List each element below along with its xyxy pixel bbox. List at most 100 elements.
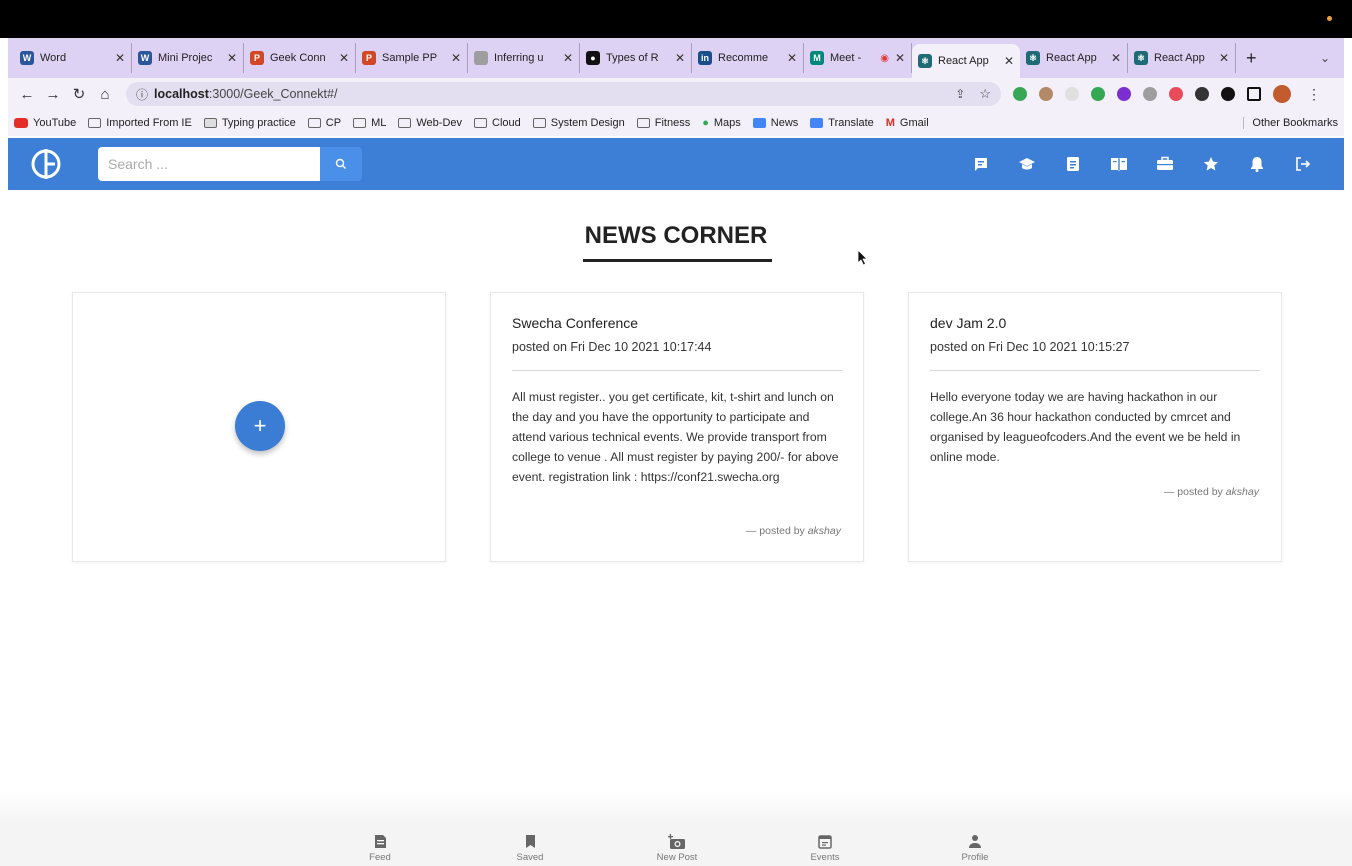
- document-icon[interactable]: [1050, 149, 1096, 179]
- calendar-icon: [785, 834, 865, 850]
- bookmark-youtube[interactable]: YouTube: [14, 117, 76, 129]
- menu-kebab-icon[interactable]: ⋮: [1307, 86, 1321, 103]
- bottom-nav-events[interactable]: Events: [785, 834, 865, 863]
- browser-tab[interactable]: W Word ✕: [14, 43, 132, 73]
- bookmark-translate[interactable]: Translate: [810, 117, 874, 129]
- bottom-nav-new-post[interactable]: New Post: [637, 834, 717, 863]
- close-tab-icon[interactable]: ✕: [1004, 54, 1014, 68]
- browser-tab[interactable]: ⚛ React App ✕: [1020, 43, 1128, 73]
- share-icon[interactable]: ⇪: [955, 87, 965, 101]
- bookmark-folder[interactable]: Imported From IE: [88, 117, 192, 129]
- bell-icon[interactable]: [1234, 149, 1280, 179]
- star-icon[interactable]: [1188, 149, 1234, 179]
- search-button[interactable]: [320, 147, 362, 181]
- react-icon: ⚛: [1134, 51, 1148, 65]
- bookmark-folder[interactable]: ML: [353, 117, 386, 129]
- browser-tab[interactable]: Inferring u ✕: [468, 43, 580, 73]
- news-body: All must register.. you get certificate,…: [512, 390, 839, 484]
- bookmark-maps[interactable]: ● Maps: [702, 117, 741, 129]
- close-tab-icon[interactable]: ✕: [227, 51, 237, 65]
- bookmark-folder[interactable]: Cloud: [474, 117, 521, 129]
- forward-arrow-icon[interactable]: →: [42, 86, 64, 103]
- app-logo[interactable]: [28, 146, 64, 182]
- page-icon: [203, 118, 217, 128]
- info-icon[interactable]: ⓘ: [136, 86, 148, 103]
- extension-icon[interactable]: [1039, 87, 1053, 101]
- briefcase-icon[interactable]: [1142, 149, 1188, 179]
- puzzle-icon[interactable]: [1221, 87, 1235, 101]
- linkedin-icon: in: [698, 51, 712, 65]
- close-tab-icon[interactable]: ✕: [115, 51, 125, 65]
- home-icon[interactable]: ⌂: [94, 86, 116, 103]
- bookmark-news[interactable]: News: [752, 117, 798, 129]
- tab-search-chevron-icon[interactable]: ⌄: [1320, 51, 1330, 65]
- new-tab-button[interactable]: +: [1246, 48, 1257, 69]
- news-author: — posted by akshay: [745, 525, 841, 537]
- extension-icon[interactable]: [1143, 87, 1157, 101]
- translate-icon: [810, 118, 824, 128]
- browser-tab[interactable]: W Mini Projec ✕: [132, 43, 244, 73]
- add-news-button[interactable]: +: [235, 401, 285, 451]
- logout-icon[interactable]: [1280, 149, 1326, 179]
- folder-icon: [307, 118, 321, 128]
- news-title: Swecha Conference: [512, 315, 639, 331]
- extension-icon[interactable]: [1195, 87, 1209, 101]
- bookmark-star-icon[interactable]: ☆: [979, 86, 991, 102]
- bottom-nav-profile[interactable]: Profile: [935, 834, 1015, 863]
- close-tab-icon[interactable]: ✕: [339, 51, 349, 65]
- app-navbar: [8, 138, 1344, 190]
- sidebar-icon[interactable]: [1247, 87, 1261, 101]
- folder-icon: [636, 118, 650, 128]
- divider: [512, 370, 842, 371]
- browser-tab-active[interactable]: ⚛ React App ✕: [912, 44, 1020, 78]
- close-tab-icon[interactable]: ✕: [675, 51, 685, 65]
- extension-icon[interactable]: [1169, 87, 1183, 101]
- news-date: posted on Fri Dec 10 2021 10:17:44: [512, 340, 712, 354]
- word-icon: W: [138, 51, 152, 65]
- close-tab-icon[interactable]: ✕: [1111, 51, 1121, 65]
- avatar[interactable]: [1273, 85, 1291, 103]
- bookmark-typing[interactable]: Typing practice: [203, 117, 296, 129]
- book-icon[interactable]: [1096, 149, 1142, 179]
- graduation-cap-icon[interactable]: [1004, 149, 1050, 179]
- extension-icon[interactable]: [1091, 87, 1105, 101]
- news-card: dev Jam 2.0 posted on Fri Dec 10 2021 10…: [908, 292, 1282, 562]
- reload-icon[interactable]: ↻: [68, 85, 90, 103]
- bookmark-folder[interactable]: CP: [307, 117, 341, 129]
- search-icon: [335, 158, 346, 169]
- add-news-card: +: [72, 292, 446, 562]
- folder-icon: [88, 118, 102, 128]
- close-tab-icon[interactable]: ✕: [787, 51, 797, 65]
- extension-icon[interactable]: [1117, 87, 1131, 101]
- browser-tab[interactable]: M Meet - ◉ ✕: [804, 43, 912, 73]
- extension-icon[interactable]: [1013, 87, 1027, 101]
- word-icon: W: [20, 51, 34, 65]
- address-bar[interactable]: ⓘ localhost :3000/Geek_Connekt#/ ⇪ ☆: [126, 82, 1001, 106]
- back-arrow-icon[interactable]: ←: [16, 86, 38, 103]
- gmail-icon: M: [885, 117, 895, 129]
- bookmark-folder[interactable]: System Design: [532, 117, 625, 129]
- extension-icon[interactable]: [1065, 87, 1079, 101]
- chat-icon[interactable]: [958, 149, 1004, 179]
- feed-icon: [340, 834, 420, 850]
- close-tab-icon[interactable]: ✕: [1219, 51, 1229, 65]
- browser-tab[interactable]: ⚛ React App ✕: [1128, 43, 1236, 73]
- bookmark-folder[interactable]: Fitness: [636, 117, 690, 129]
- search-bar: [98, 147, 362, 181]
- bookmark-gmail[interactable]: M Gmail: [886, 117, 929, 129]
- browser-tab[interactable]: ● Types of R ✕: [580, 43, 692, 73]
- browser-tab[interactable]: P Sample PP ✕: [356, 43, 468, 73]
- folder-icon: [532, 118, 546, 128]
- screen: W Word ✕ W Mini Projec ✕ P Geek Conn ✕ P…: [0, 0, 1352, 866]
- browser-tab[interactable]: P Geek Conn ✕: [244, 43, 356, 73]
- bottom-nav-feed[interactable]: Feed: [340, 834, 420, 863]
- close-tab-icon[interactable]: ✕: [563, 51, 573, 65]
- bottom-nav-saved[interactable]: Saved: [490, 834, 570, 863]
- meet-icon: M: [810, 51, 824, 65]
- other-bookmarks[interactable]: Other Bookmarks: [1243, 117, 1338, 129]
- search-input[interactable]: [98, 147, 320, 181]
- bookmark-folder[interactable]: Web-Dev: [398, 117, 462, 129]
- close-tab-icon[interactable]: ✕: [451, 51, 461, 65]
- browser-tab[interactable]: in Recomme ✕: [692, 43, 804, 73]
- close-tab-icon[interactable]: ✕: [895, 51, 905, 65]
